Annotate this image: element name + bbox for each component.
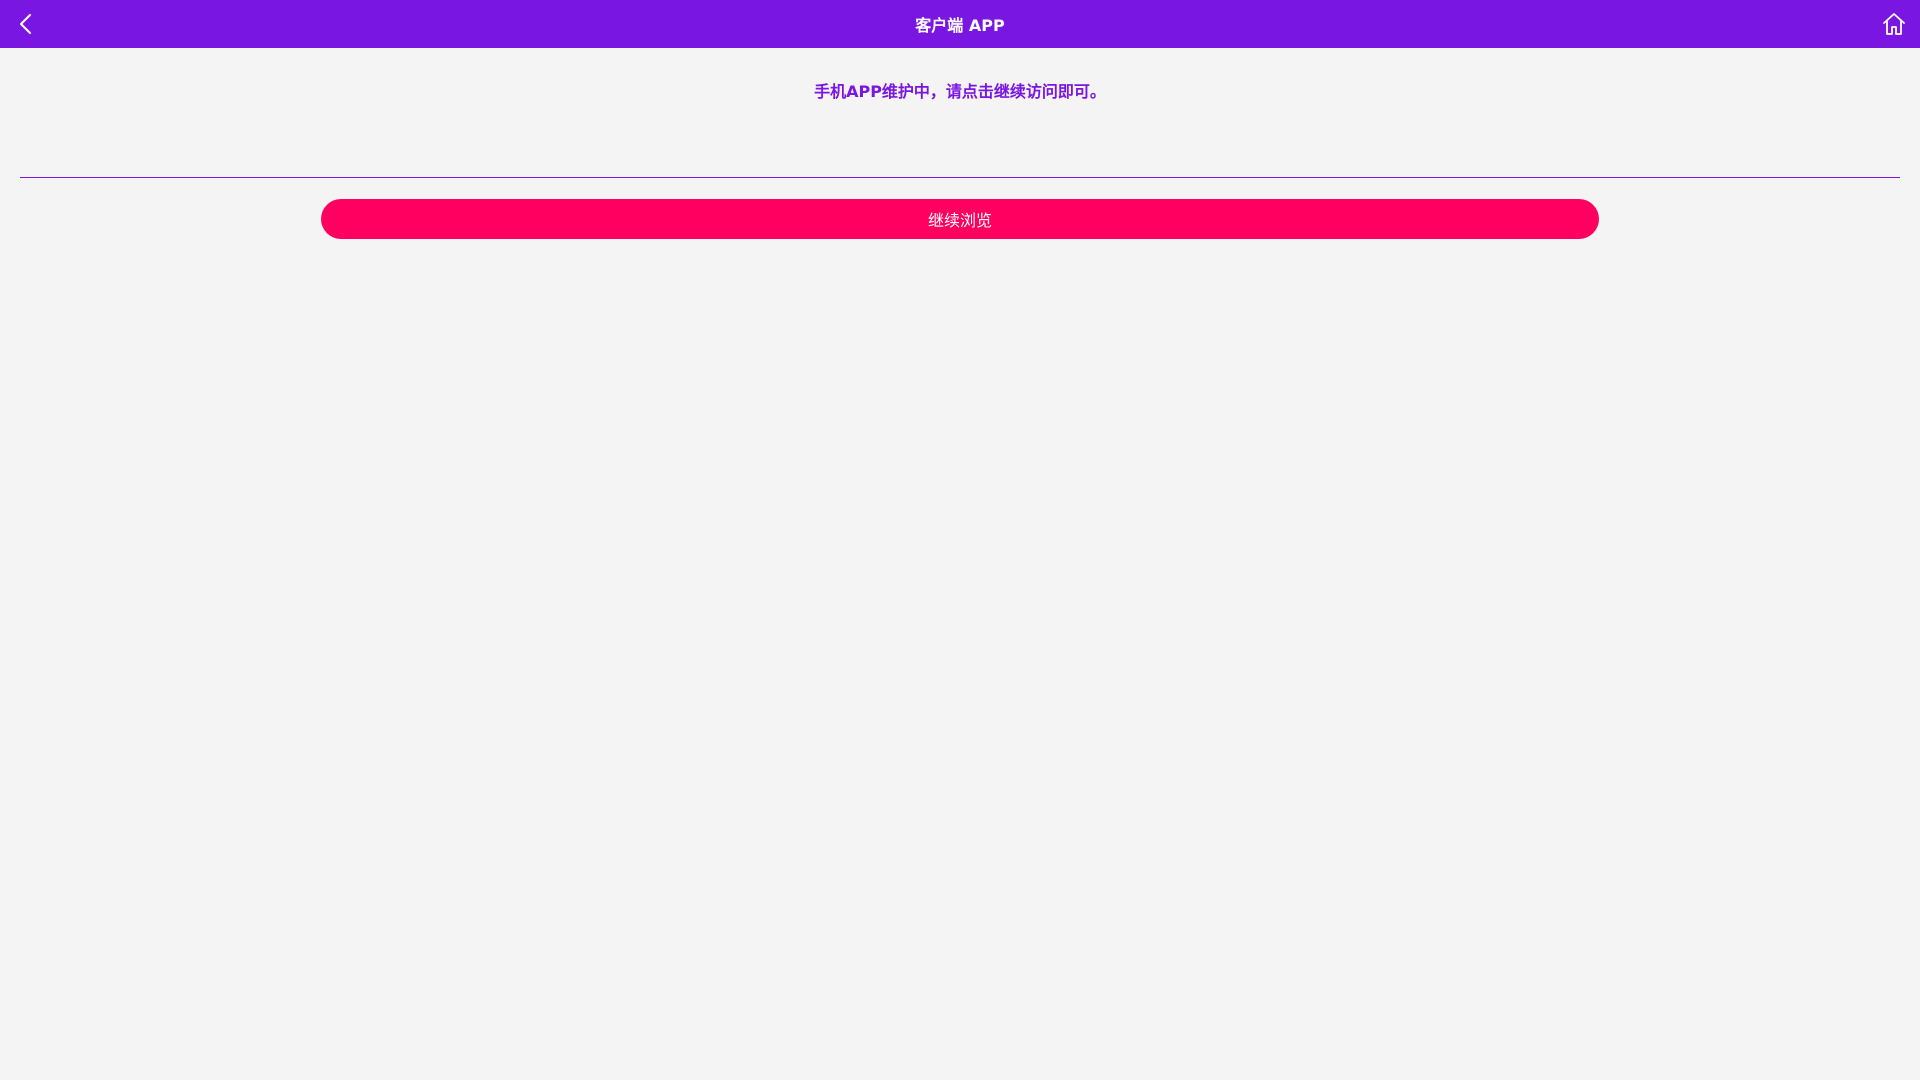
- page-title: 客户端 APP: [915, 16, 1005, 35]
- home-icon: [1883, 13, 1905, 35]
- divider: [20, 177, 1900, 178]
- back-button[interactable]: [12, 10, 40, 38]
- chevron-left-icon: [20, 14, 31, 34]
- home-button[interactable]: [1878, 8, 1910, 40]
- maintenance-notice: 手机APP维护中，请点击继续访问即可。: [814, 82, 1106, 101]
- continue-browsing-button[interactable]: 继续浏览: [321, 199, 1599, 239]
- header-bar: 客户端 APP: [0, 0, 1920, 48]
